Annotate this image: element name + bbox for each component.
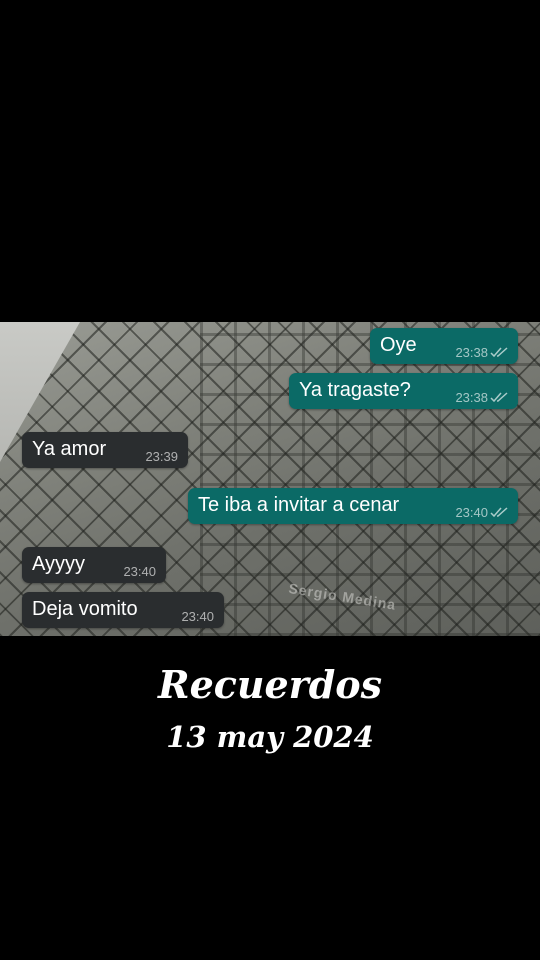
message-text: Oye: [380, 334, 417, 356]
chat-screenshot: Oye 23:38 Ya tragaste? 23:38 Ya amor 23:…: [0, 322, 540, 636]
message-outgoing[interactable]: Te iba a invitar a cenar 23:40: [188, 488, 518, 524]
video-frame: Oye 23:38 Ya tragaste? 23:38 Ya amor 23:…: [0, 0, 540, 960]
double-check-icon: [490, 392, 508, 403]
message-text: Ya tragaste?: [299, 379, 411, 401]
message-time: 23:39: [145, 449, 178, 464]
caption-date: 13 may 2024: [166, 720, 374, 754]
message-time: 23:40: [455, 505, 488, 520]
message-text: Te iba a invitar a cenar: [198, 494, 400, 516]
message-text: Deja vomito: [32, 598, 138, 620]
message-text: Ya amor: [32, 438, 107, 460]
message-time: 23:38: [455, 345, 488, 360]
message-time: 23:40: [181, 609, 214, 624]
message-incoming[interactable]: Ayyyy 23:40: [22, 547, 166, 583]
message-time: 23:40: [123, 564, 156, 579]
double-check-icon: [490, 507, 508, 518]
message-incoming[interactable]: Deja vomito 23:40: [22, 592, 224, 628]
double-check-icon: [490, 347, 508, 358]
caption-title: Recuerdos: [157, 662, 383, 707]
message-outgoing[interactable]: Ya tragaste? 23:38: [289, 373, 518, 409]
message-outgoing[interactable]: Oye 23:38: [370, 328, 518, 364]
message-incoming[interactable]: Ya amor 23:39: [22, 432, 188, 468]
message-time: 23:38: [455, 390, 488, 405]
building-background: [200, 322, 540, 636]
message-text: Ayyyy: [32, 553, 85, 575]
